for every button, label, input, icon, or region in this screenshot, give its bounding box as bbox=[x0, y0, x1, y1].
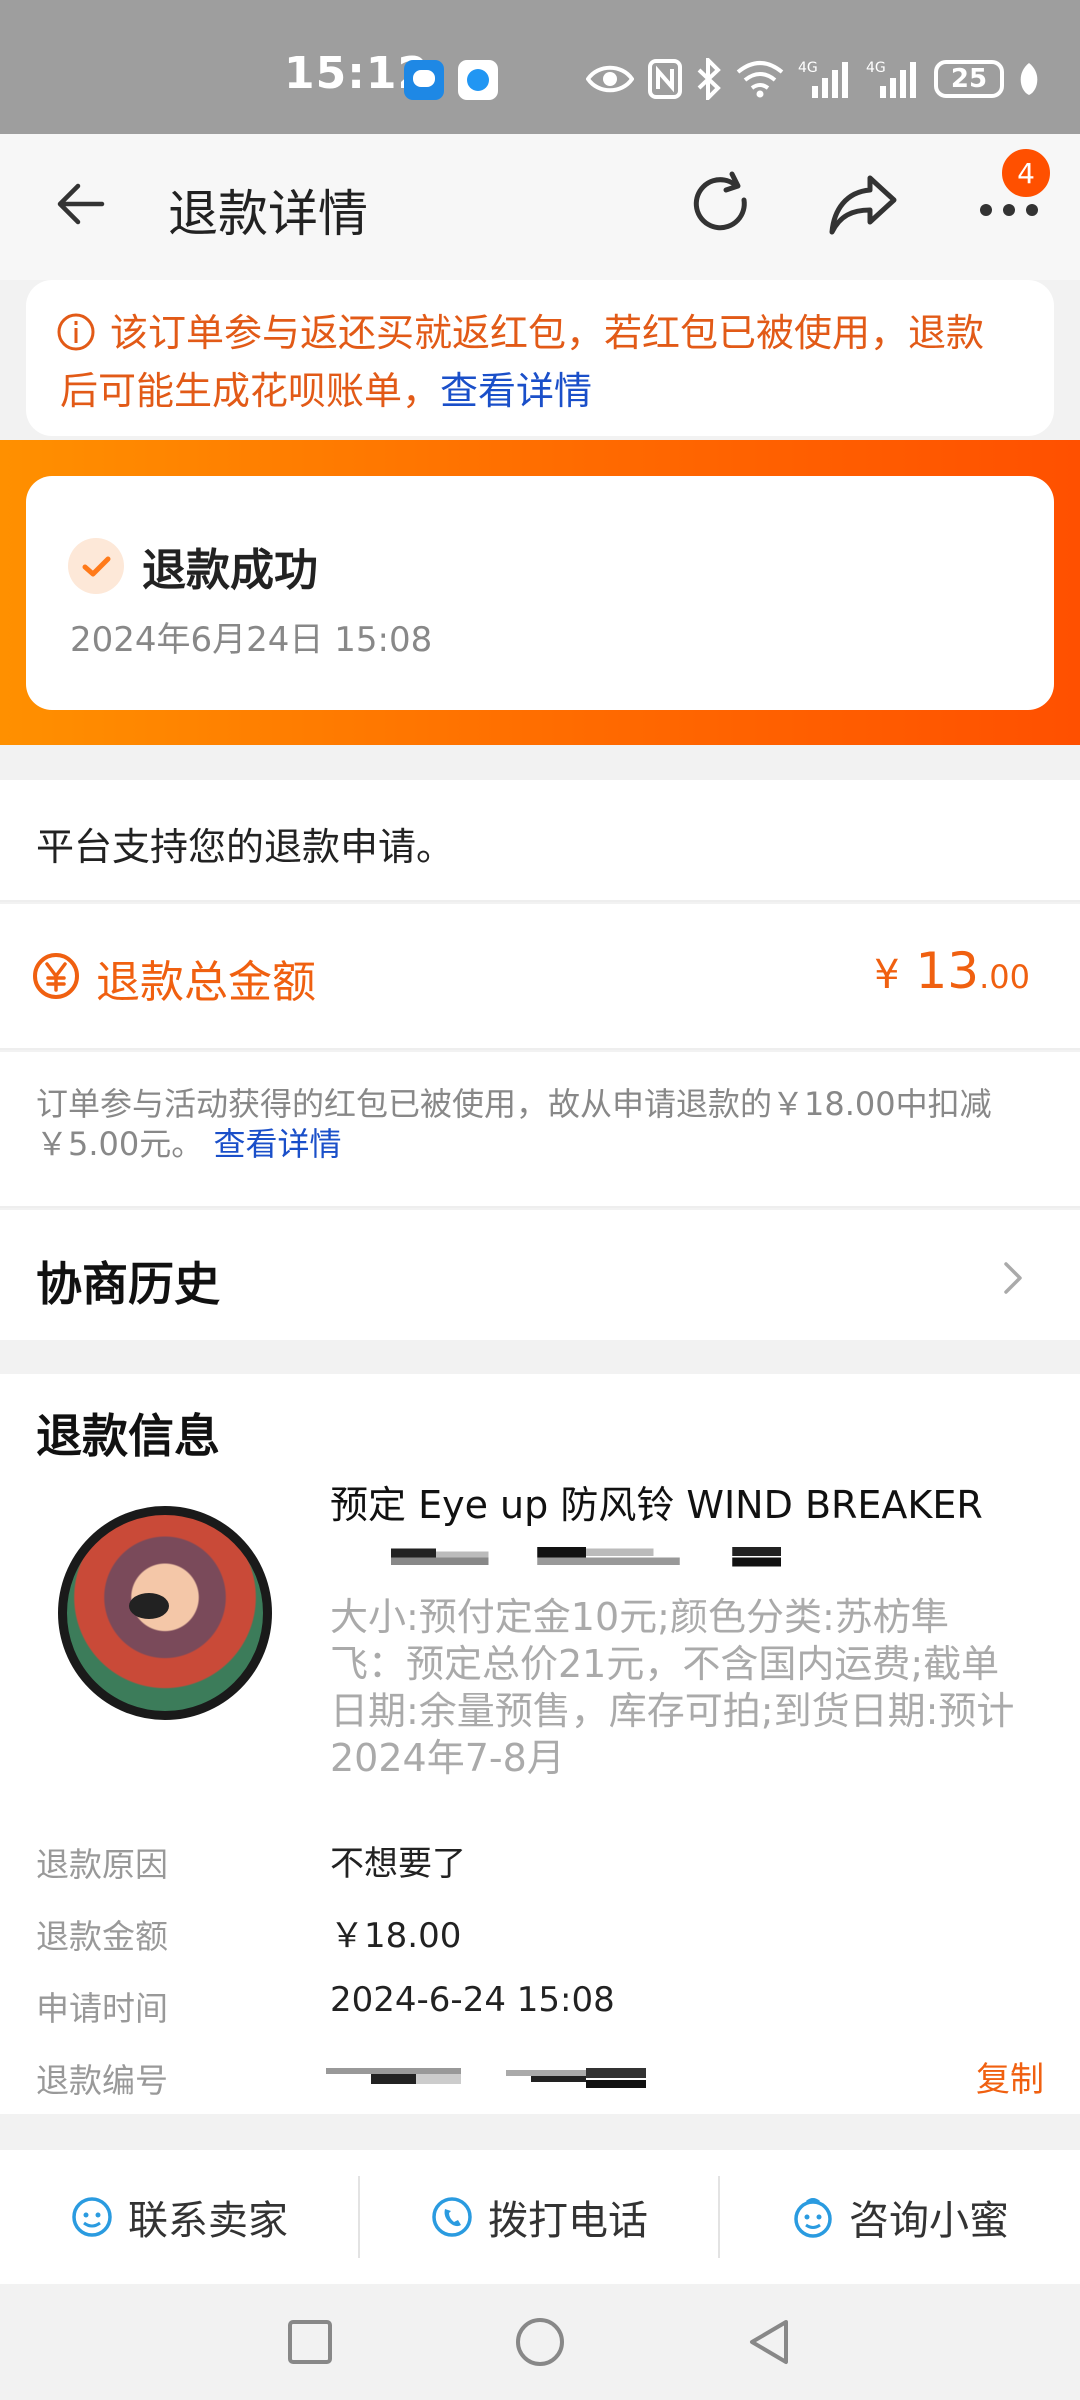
redacted-refund-number bbox=[326, 2068, 646, 2088]
copy-refund-number-button[interactable]: 复制 bbox=[976, 2052, 1044, 2101]
battery-indicator: 25 bbox=[934, 60, 1004, 98]
phone-icon bbox=[432, 2197, 472, 2237]
call-phone-button[interactable]: 拨打电话 bbox=[360, 2150, 718, 2284]
refund-status-title: 退款成功 bbox=[142, 545, 318, 596]
system-nav-bar bbox=[0, 2284, 1080, 2400]
leaf-icon bbox=[1020, 63, 1038, 95]
back-triangle-icon[interactable] bbox=[742, 2314, 798, 2370]
deduction-message: 订单参与活动获得的红包已被使用，故从申请退款的￥18.00中扣减￥5.00元。 bbox=[36, 1085, 992, 1163]
assistant-icon bbox=[794, 2198, 832, 2238]
notice-text: 该订单参与返还买就返红包，若红包已被使用，退款后可能生成花呗账单，查看详情 bbox=[60, 304, 1020, 420]
platform-support-text: 平台支持您的退款申请。 bbox=[36, 825, 455, 869]
refund-status-time: 2024年6月24日 15:08 bbox=[70, 620, 433, 660]
apply-time-value: 2024-6-24 15:08 bbox=[330, 1980, 615, 2020]
refund-reason-key: 退款原因 bbox=[36, 1845, 168, 1884]
refund-total-amount: ¥ 13.00 bbox=[874, 942, 1030, 1000]
platform-support-section: 平台支持您的退款申请。 bbox=[0, 780, 1080, 902]
back-arrow-icon[interactable] bbox=[52, 174, 112, 234]
deduction-text: 订单参与活动获得的红包已被使用，故从申请退款的￥18.00中扣减￥5.00元。 … bbox=[36, 1084, 1026, 1164]
negotiation-history-row[interactable]: 协商历史 bbox=[0, 1210, 1080, 1340]
product-image[interactable] bbox=[58, 1506, 272, 1720]
refund-info-section: 退款信息 预定 Eye up 防风铃 WIND BREAKER 大小:预付定金1… bbox=[0, 1374, 1080, 2114]
seller-chat-icon bbox=[72, 2197, 112, 2237]
refund-reason-value: 不想要了 bbox=[330, 1844, 466, 1884]
contact-seller-button[interactable]: 联系卖家 bbox=[0, 2150, 358, 2284]
share-icon[interactable] bbox=[826, 170, 900, 240]
info-icon bbox=[57, 313, 95, 351]
eye-icon bbox=[586, 65, 634, 93]
svg-text:4G: 4G bbox=[866, 60, 886, 76]
refund-info-title: 退款信息 bbox=[36, 1409, 220, 1463]
refund-total-section: 退款总金额 ¥ 13.00 bbox=[0, 904, 1080, 1050]
top-nav-bar: 退款详情 4 bbox=[0, 134, 1080, 280]
apply-time-row: 申请时间 2024-6-24 15:08 bbox=[0, 1972, 1080, 2032]
message-app-icon bbox=[404, 60, 444, 100]
recent-apps-icon[interactable] bbox=[282, 2314, 338, 2370]
bluetooth-icon bbox=[697, 58, 721, 100]
wifi-icon bbox=[736, 61, 784, 98]
call-phone-label: 拨打电话 bbox=[488, 2198, 648, 2244]
notice-details-link[interactable]: 查看详情 bbox=[440, 369, 592, 413]
signal-4g-icon: 4G bbox=[798, 60, 848, 98]
red-packet-notice: 该订单参与返还买就返红包，若红包已被使用，退款后可能生成花呗账单，查看详情 bbox=[26, 280, 1054, 436]
chevron-right-icon bbox=[1004, 1262, 1022, 1294]
home-icon[interactable] bbox=[512, 2314, 568, 2370]
signal-4g-icon: 4G bbox=[866, 60, 916, 98]
refresh-icon[interactable] bbox=[686, 170, 756, 240]
refund-number-row: 退款编号 复制 bbox=[0, 2044, 1080, 2104]
status-bar: 15:12 4G 4G 25 bbox=[0, 0, 1080, 134]
success-check-icon bbox=[68, 538, 124, 594]
consult-assistant-label: 咨询小蜜 bbox=[849, 2198, 1009, 2244]
refund-amount-key: 退款金额 bbox=[36, 1917, 168, 1956]
yuan-coin-icon bbox=[33, 953, 79, 999]
refund-reason-row: 退款原因 不想要了 bbox=[0, 1828, 1080, 1888]
product-spec: 大小:预付定金10元;颜色分类:苏枋隼飞：预定总价21元，不含国内运费;截单日期… bbox=[330, 1595, 1015, 1780]
eyepatch-detail bbox=[129, 1593, 169, 1619]
apply-time-key: 申请时间 bbox=[36, 1989, 168, 2028]
page-title: 退款详情 bbox=[168, 185, 368, 243]
deduction-section: 订单参与活动获得的红包已被使用，故从申请退款的￥18.00中扣减￥5.00元。 … bbox=[0, 1052, 1080, 1208]
browser-app-icon bbox=[458, 60, 498, 100]
refund-status-card: 退款成功 2024年6月24日 15:08 bbox=[26, 476, 1054, 710]
redacted-title-block bbox=[391, 1547, 781, 1567]
nfc-icon bbox=[648, 59, 682, 99]
refund-total-label: 退款总金额 bbox=[96, 957, 316, 1008]
contact-seller-label: 联系卖家 bbox=[128, 2198, 288, 2244]
svg-text:4G: 4G bbox=[798, 60, 818, 76]
amount-integer: 13 bbox=[915, 942, 980, 1000]
deduction-details-link[interactable]: 查看详情 bbox=[213, 1125, 341, 1163]
consult-assistant-button[interactable]: 咨询小蜜 bbox=[720, 2150, 1080, 2284]
currency-symbol: ¥ bbox=[874, 952, 900, 998]
refund-number-key: 退款编号 bbox=[36, 2061, 168, 2100]
amount-decimal: .00 bbox=[979, 958, 1030, 996]
bottom-action-bar: 联系卖家 拨打电话 咨询小蜜 bbox=[0, 2150, 1080, 2284]
refund-amount-value: ￥18.00 bbox=[330, 1916, 462, 1956]
more-badge: 4 bbox=[999, 146, 1053, 200]
negotiation-history-title: 协商历史 bbox=[36, 1257, 220, 1311]
product-name[interactable]: 预定 Eye up 防风铃 WIND BREAKER bbox=[330, 1474, 983, 1529]
refund-amount-row: 退款金额 ￥18.00 bbox=[0, 1900, 1080, 1960]
status-indicators: 4G 4G 25 bbox=[586, 54, 1040, 104]
